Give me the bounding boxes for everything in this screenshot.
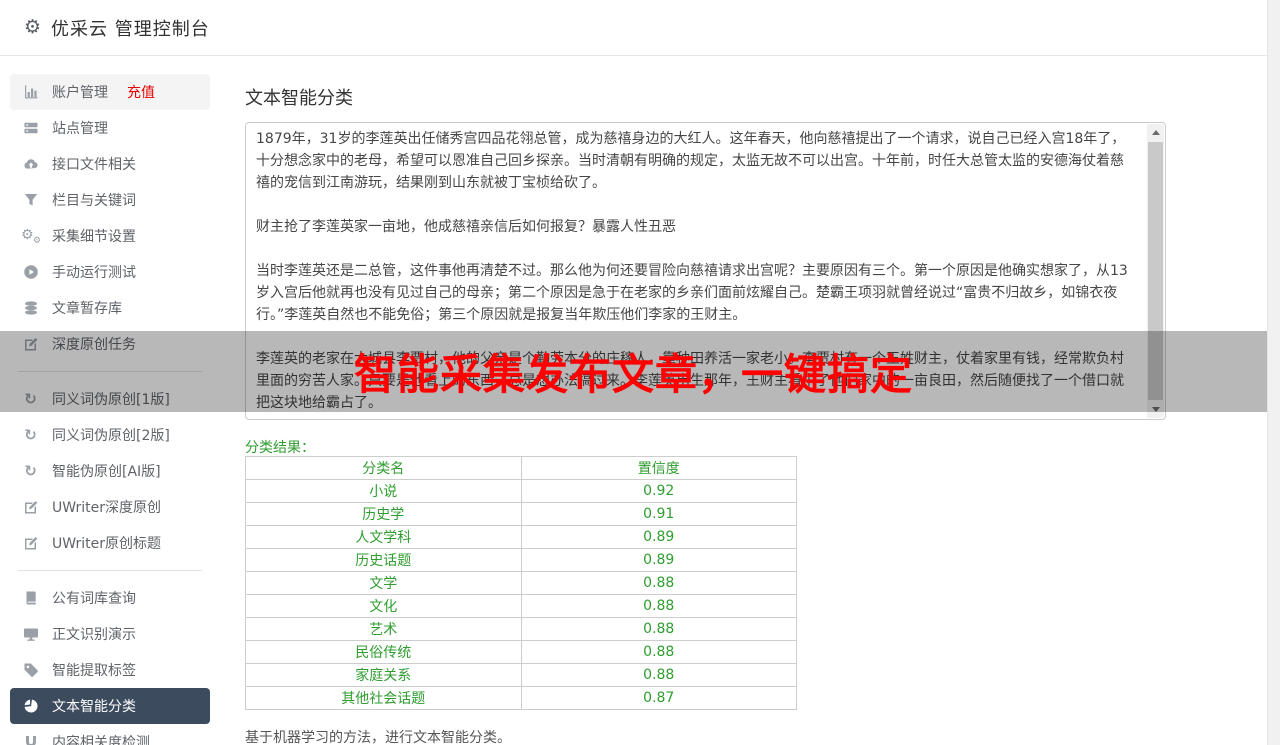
refresh-icon: ↻ [24,425,37,444]
sidebar-item-synonym-rewrite-v2[interactable]: ↻ 同义词伪原创[2版] [10,417,210,453]
server-stack-icon [22,120,39,137]
table-row: 家庭关系 0.88 [245,663,797,687]
cloud-upload-icon [22,156,39,173]
bar-chart-icon [22,84,39,101]
table-header-row: 分类名 置信度 [245,456,797,480]
table-row: 艺术 0.88 [245,617,797,641]
app-title: 优采云 管理控制台 [51,18,210,40]
sidebar-item-manual-run-test[interactable]: 手动运行测试 [10,254,210,290]
category-cell: 家庭关系 [245,663,522,687]
category-cell: 文化 [245,594,522,618]
confidence-cell: 0.88 [520,594,797,618]
database-icon [22,300,39,317]
confidence-cell: 0.88 [520,640,797,664]
sidebar-item-content-relevance[interactable]: 内容相关度检测 [10,724,210,745]
table-row: 文化 0.88 [245,594,797,618]
sidebar-item-label: 公有词库查询 [52,591,136,607]
confidence-cell: 0.89 [520,525,797,549]
sidebar-item-label: 正文识别演示 [52,627,136,643]
sidebar-item-sites[interactable]: 站点管理 [10,110,210,146]
sidebar-item-label: 账户管理 [52,85,108,101]
book-icon [22,590,39,607]
sidebar-item-label: 同义词伪原创[2版] [52,428,170,444]
sidebar-item-collection-settings[interactable]: ⚙ ⚙ 采集细节设置 [10,218,210,254]
edit-icon [22,535,39,552]
tag-icon [22,662,39,679]
sidebar-item-label: UWriter深度原创 [52,500,161,516]
edit-icon [22,499,39,516]
confidence-cell: 0.92 [520,479,797,503]
sidebar-item-label: 栏目与关键词 [52,193,136,209]
watermark-text: 智能采集发布文章，一键搞定 [353,350,913,399]
watermark-band: 智能采集发布文章，一键搞定 [0,331,1267,412]
sidebar-item-label: 内容相关度检测 [52,735,150,745]
gears-icon: ⚙ ⚙ [21,226,41,246]
sidebar-item-account[interactable]: 账户管理 充值 [10,74,210,110]
sidebar-item-uwriter-deep-original[interactable]: UWriter深度原创 [10,489,210,525]
confidence-cell: 0.88 [520,617,797,641]
sidebar-item-interface-files[interactable]: 接口文件相关 [10,146,210,182]
page-title: 文本智能分类 [245,88,353,109]
gear-icon: ⚙ [24,16,42,38]
category-cell: 艺术 [245,617,522,641]
category-cell: 历史话题 [245,548,522,572]
table-row: 历史学 0.91 [245,502,797,526]
pie-chart-icon [22,698,39,715]
footer-note: 基于机器学习的方法，进行文本智能分类。 [245,730,511,745]
sidebar-item-body-recognition-demo[interactable]: 正文识别演示 [10,616,210,652]
confidence-cell: 0.91 [520,502,797,526]
table-row: 历史话题 0.89 [245,548,797,572]
category-cell: 其他社会话题 [245,686,522,710]
results-label: 分类结果： [245,440,315,456]
sidebar-item-label: UWriter原创标题 [52,536,161,552]
table-row: 其他社会话题 0.87 [245,686,797,710]
sidebar-item-public-lexicon[interactable]: 公有词库查询 [10,580,210,616]
sidebar-item-label: 智能伪原创[AI版] [52,464,161,480]
category-cell: 人文学科 [245,525,522,549]
confidence-cell: 0.88 [520,663,797,687]
sidebar-item-ai-rewrite[interactable]: ↻ 智能伪原创[AI版] [10,453,210,489]
sidebar-item-label: 智能提取标签 [52,663,136,679]
sidebar-item-label: 手动运行测试 [52,265,136,281]
table-row: 文学 0.88 [245,571,797,595]
category-cell: 历史学 [245,502,522,526]
sidebar-item-article-staging[interactable]: 文章暂存库 [10,290,210,326]
magnet-icon [22,734,39,745]
sidebar-item-columns-keywords[interactable]: 栏目与关键词 [10,182,210,218]
category-cell: 小说 [245,479,522,503]
confidence-cell: 0.88 [520,571,797,595]
category-cell: 民俗传统 [245,640,522,664]
sidebar-item-label: 采集细节设置 [52,229,136,245]
page-scrollbar[interactable] [1267,0,1280,745]
filter-icon [22,192,39,209]
table-row: 民俗传统 0.88 [245,640,797,664]
sidebar-divider [18,570,202,571]
classification-results-table: 分类名 置信度 小说 0.92 历史学 0.91 人文学科 0.89 历史话题 0.89… [245,456,797,710]
play-circle-icon [22,264,39,281]
sidebar-item-text-classification[interactable]: 文本智能分类 [10,688,210,724]
table-row: 小说 0.92 [245,479,797,503]
app-window: ⚙ 优采云 管理控制台 账户管理 充值 站点管理 接口文件相关 栏目与关键词 ⚙… [0,0,1280,745]
column-header-category: 分类名 [245,456,522,480]
sidebar-item-label: 文章暂存库 [52,301,122,317]
sidebar-item-smart-tag-extraction[interactable]: 智能提取标签 [10,652,210,688]
confidence-cell: 0.89 [520,548,797,572]
monitor-icon [22,626,39,643]
scroll-up-button[interactable] [1147,124,1164,141]
category-cell: 文学 [245,571,522,595]
sidebar-item-label: 文本智能分类 [52,699,136,715]
sidebar-item-label: 接口文件相关 [52,157,136,173]
recharge-badge[interactable]: 充值 [127,82,155,102]
sidebar-item-uwriter-original-title[interactable]: UWriter原创标题 [10,525,210,561]
refresh-icon: ↻ [24,461,37,480]
arrow-up-icon [1151,130,1160,135]
table-row: 人文学科 0.89 [245,525,797,549]
top-header: ⚙ 优采云 管理控制台 [0,0,1280,56]
sidebar-item-label: 站点管理 [52,121,108,137]
confidence-cell: 0.87 [520,686,797,710]
column-header-confidence: 置信度 [520,456,797,480]
